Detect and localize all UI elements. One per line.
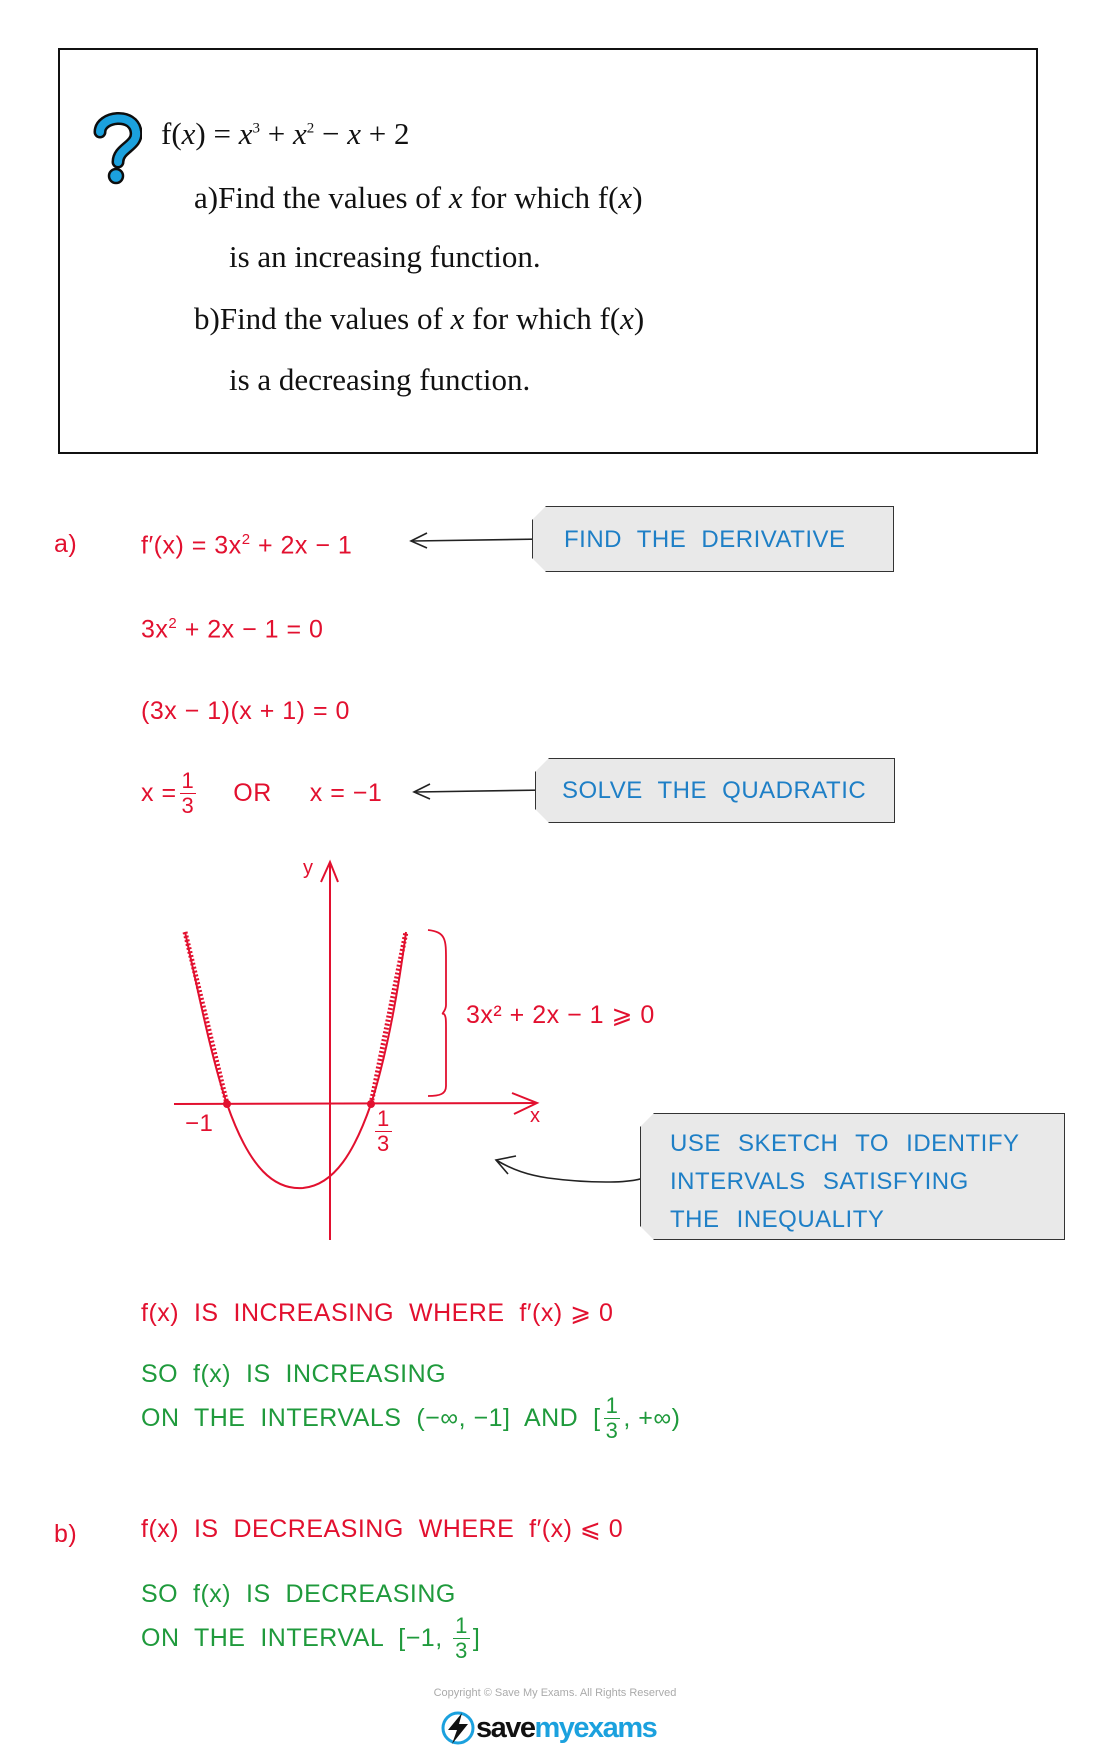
question-box — [58, 48, 1038, 454]
question-part-b-line2: is a decreasing function. — [229, 362, 531, 397]
decreasing-conclusion: SO f(x) IS DECREASING — [141, 1580, 456, 1608]
tag-use-sketch-line2: INTERVALS SATISFYING — [670, 1168, 969, 1195]
increasing-conclusion: SO f(x) IS INCREASING — [141, 1360, 447, 1388]
x-axis-label: x — [530, 1105, 541, 1127]
equation-step: 3x2 + 2x − 1 = 0 — [141, 615, 324, 644]
arrow-to-roots-icon — [412, 783, 552, 800]
tag-find-derivative-text: FIND THE DERIVATIVE — [564, 526, 846, 553]
tag-use-sketch-line3: THE INEQUALITY — [670, 1206, 885, 1233]
increasing-intervals: ON THE INTERVALS (−∞, −1] AND [ 13 , +∞) — [141, 1392, 681, 1443]
root-point — [367, 1100, 375, 1108]
decreasing-interval: ON THE INTERVAL [−1, 13 ] — [141, 1612, 481, 1663]
y-axis-label: y — [303, 857, 314, 879]
inequality-label: 3x² + 2x − 1 ⩾ 0 — [466, 1001, 655, 1029]
part-a-label: a) — [54, 530, 78, 558]
root-label-minus-one: −1 — [185, 1110, 214, 1137]
function-definition: f(x) = x3 + x2 − x + 2 — [161, 116, 410, 151]
derivative-step: f′(x) = 3x2 + 2x − 1 — [141, 531, 353, 560]
copyright-text: Copyright © Save My Exams. All Rights Re… — [433, 1687, 677, 1699]
root-label-one-third: 13 — [375, 1106, 392, 1156]
roots-step: x = 13 OR x = −1 — [141, 768, 383, 818]
decreasing-condition: f(x) IS DECREASING WHERE f′(x) ⩽ 0 — [141, 1515, 624, 1543]
tag-solve-quadratic-text: SOLVE THE QUADRATIC — [562, 777, 867, 804]
arrow-to-derivative-icon — [409, 532, 549, 549]
brace-icon — [427, 929, 447, 1097]
part-b-label: b) — [54, 1520, 78, 1548]
factorised-step: (3x − 1)(x + 1) = 0 — [141, 697, 350, 725]
increasing-condition: f(x) IS INCREASING WHERE f′(x) ⩾ 0 — [141, 1299, 614, 1327]
curved-arrow-icon — [494, 1155, 655, 1183]
shaded-region-right — [368, 931, 409, 1105]
page: f(x) = x3 + x2 − x + 2 a)Find the values… — [0, 0, 1100, 1761]
tag-use-sketch-line1: USE SKETCH TO IDENTIFY — [670, 1130, 1020, 1157]
question-part-a-line2: is an increasing function. — [229, 239, 541, 274]
question-part-b: b)Find the values of x for which f(x) — [194, 301, 645, 336]
root-point — [223, 1100, 231, 1108]
question-part-a: a)Find the values of x for which f(x) — [194, 180, 643, 215]
lightning-bolt-icon — [441, 1711, 475, 1745]
save-my-exams-logo: save myexams — [440, 1710, 658, 1746]
question-mark-icon — [93, 112, 142, 185]
